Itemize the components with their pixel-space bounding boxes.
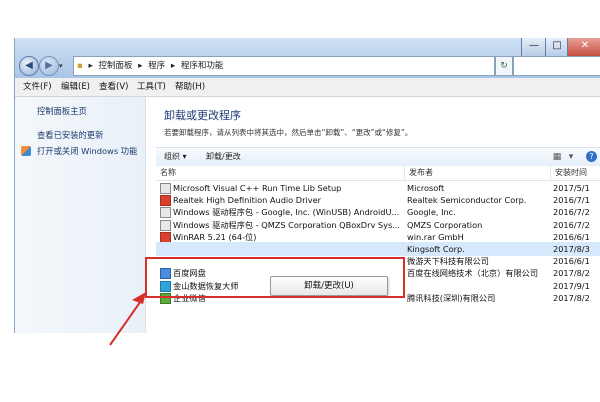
title-bar: — □ ✕ ◀ ▶ ▾ ▪ ▸ 控制面板 ▸ 程序 ▸ 程序和功能 ↻ xyxy=(15,38,600,78)
history-dropdown-icon[interactable]: ▾ xyxy=(59,62,63,70)
main-content: 卸载或更改程序 若要卸载程序，请从列表中将其选中，然后单击“卸载”、“更改”或“… xyxy=(146,97,600,333)
folder-icon: ▪ xyxy=(77,61,83,71)
minimize-button[interactable]: — xyxy=(521,38,547,57)
sidebar: 控制面板主页 查看已安装的更新 打开或关闭 Windows 功能 xyxy=(15,97,146,333)
context-menu-uninstall-change[interactable]: 卸载/更改(U) xyxy=(270,276,388,296)
page-title: 卸载或更改程序 xyxy=(164,109,241,122)
search-input[interactable] xyxy=(513,56,600,76)
column-header-name[interactable]: 名称 xyxy=(156,166,405,180)
address-bar[interactable]: ▪ ▸ 控制面板 ▸ 程序 ▸ 程序和功能 xyxy=(73,56,495,76)
organize-button[interactable]: 组织 ▾ xyxy=(164,148,187,166)
breadcrumb-programs-and-features[interactable]: 程序和功能 xyxy=(181,61,224,71)
back-button[interactable]: ◀ xyxy=(19,56,39,76)
column-header-install-date[interactable]: 安装时间 xyxy=(551,166,600,180)
forward-button[interactable]: ▶ xyxy=(39,56,59,76)
arrow-left-icon: ◀ xyxy=(25,60,33,71)
program-publisher: 腾讯科技(深圳)有限公司 xyxy=(407,292,496,303)
breadcrumb-separator: ▸ xyxy=(170,61,176,71)
page-description: 若要卸载程序，请从列表中将其选中，然后单击“卸载”、“更改”或“修复”。 xyxy=(164,128,413,137)
help-icon[interactable]: ? xyxy=(586,151,597,162)
menu-bar: 文件(F) 编辑(E) 查看(V) 工具(T) 帮助(H) xyxy=(15,78,600,97)
breadcrumb-programs[interactable]: 程序 xyxy=(148,61,165,71)
menu-file[interactable]: 文件(F) xyxy=(23,78,52,96)
screenshot-frame: — □ ✕ ◀ ▶ ▾ ▪ ▸ 控制面板 ▸ 程序 ▸ 程序和功能 ↻ 文件(F… xyxy=(0,0,600,402)
menu-edit[interactable]: 编辑(E) xyxy=(61,78,90,96)
view-options-icon[interactable]: ▦ xyxy=(552,152,562,162)
refresh-icon: ↻ xyxy=(500,61,508,71)
program-install-date: 2017/8/2 xyxy=(553,292,590,303)
breadcrumb-separator: ▸ xyxy=(88,61,93,71)
refresh-button[interactable]: ↻ xyxy=(495,56,513,76)
menu-view[interactable]: 查看(V) xyxy=(99,78,128,96)
sidebar-link-windows-features[interactable]: 打开或关闭 Windows 功能 xyxy=(37,145,137,157)
windows-shield-icon xyxy=(21,146,31,156)
command-toolbar: 组织 ▾ 卸载/更改 ▦ ▾ ? xyxy=(156,147,600,167)
uninstall-change-button[interactable]: 卸载/更改 xyxy=(206,148,241,166)
chevron-down-icon[interactable]: ▾ xyxy=(566,152,576,162)
sidebar-link-control-panel-home[interactable]: 控制面板主页 xyxy=(37,105,87,117)
column-header-publisher[interactable]: 发布者 xyxy=(405,166,551,180)
sidebar-link-installed-updates[interactable]: 查看已安装的更新 xyxy=(37,129,103,141)
column-header-row: 名称 发布者 安装时间 xyxy=(156,166,600,181)
menu-help[interactable]: 帮助(H) xyxy=(175,78,205,96)
arrow-right-icon: ▶ xyxy=(45,60,53,71)
wechat-work-icon xyxy=(160,292,171,304)
breadcrumb-control-panel[interactable]: 控制面板 xyxy=(98,61,132,71)
maximize-button[interactable]: □ xyxy=(545,38,569,57)
close-button[interactable]: ✕ xyxy=(567,38,600,57)
menu-tools[interactable]: 工具(T) xyxy=(137,78,166,96)
breadcrumb-separator: ▸ xyxy=(138,61,143,71)
